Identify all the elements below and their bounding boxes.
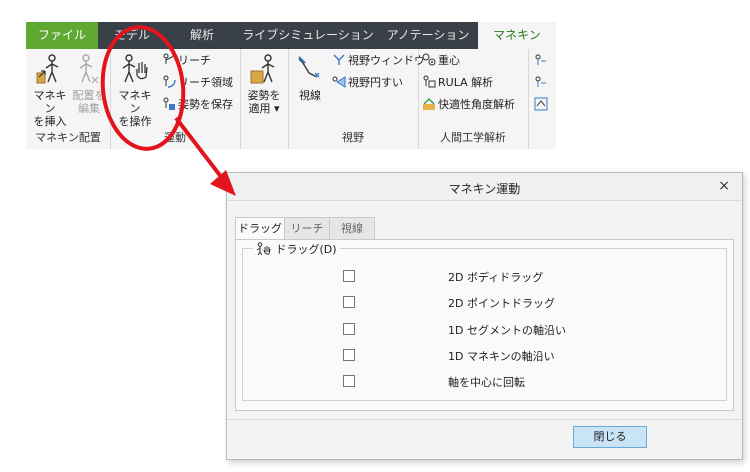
- group-label-ergonomics: 人間工学解析: [440, 131, 506, 144]
- apply-pose-icon: [250, 54, 275, 84]
- reach-area-button[interactable]: リーチ領域: [162, 75, 233, 90]
- option-row: 1D マネキンの軸沿い: [243, 346, 726, 366]
- insert-manikin-label-2: を挿入: [33, 115, 67, 128]
- option-row: 軸を中心に回転: [243, 372, 726, 392]
- close-icon[interactable]: ×: [718, 178, 730, 194]
- group-ergonomics: 重心 RULA 解析 快適性角度解析 人間工学解析: [418, 49, 529, 149]
- tab-sight-line[interactable]: 視線: [329, 217, 375, 239]
- group-apply-pose: 姿勢を 適用 ▾: [240, 49, 289, 149]
- drag-group-label: ドラッグ(D): [275, 243, 337, 256]
- drag-options-group: ドラッグ(D) 2D ボディドラッグ 2D ポイントドラッグ 1D セグメントの…: [242, 241, 727, 401]
- center-of-gravity-button[interactable]: 重心: [422, 53, 460, 68]
- tab-manikin[interactable]: マネキン: [478, 22, 556, 49]
- comfort-angle-label: 快適性角度解析: [438, 98, 515, 111]
- apply-pose-label-1: 姿勢を: [247, 89, 281, 102]
- group-label-view: 視野: [342, 131, 364, 144]
- group-label-motion: 運動: [164, 131, 186, 144]
- center-of-gravity-label: 重心: [438, 54, 460, 67]
- dialog-title: マネキン運動: [448, 182, 521, 196]
- rula-label: RULA 解析: [438, 76, 494, 89]
- center-of-gravity-icon: [422, 53, 436, 66]
- option-checkbox[interactable]: [343, 349, 355, 361]
- group-motion: マネキン を操作 リーチ リーチ領域 姿勢を保存 運動: [110, 49, 241, 149]
- edit-placement-label-2: 編集: [78, 102, 100, 115]
- option-checkbox[interactable]: [343, 375, 355, 387]
- comfort-angle-button[interactable]: 快適性角度解析: [422, 97, 515, 112]
- edit-placement-button[interactable]: 配置を 編集: [70, 53, 108, 115]
- clipped-tool-icon-1[interactable]: [534, 53, 548, 67]
- tab-file[interactable]: ファイル: [26, 22, 98, 49]
- option-row: 1D セグメントの軸沿い: [243, 320, 726, 340]
- reach-area-icon: [163, 75, 176, 88]
- option-label: 軸を中心に回転: [448, 376, 525, 389]
- view-cone-icon: [332, 76, 346, 88]
- save-pose-icon: [163, 97, 175, 110]
- ribbon-tab-bar: ファイル モデル 解析 ライブシミュレーション アノテーション マネキン: [26, 22, 556, 49]
- option-checkbox[interactable]: [343, 270, 355, 282]
- operate-manikin-label-2: を操作: [118, 115, 152, 128]
- tab-drag[interactable]: ドラッグ: [235, 217, 285, 240]
- tab-model[interactable]: モデル: [98, 22, 166, 49]
- operate-manikin-icon: [122, 54, 148, 83]
- reach-icon: [163, 53, 176, 64]
- save-pose-button[interactable]: 姿勢を保存: [162, 97, 233, 112]
- option-row: 2D ボディドラッグ: [243, 267, 726, 287]
- ribbon: ファイル モデル 解析 ライブシミュレーション アノテーション マネキン マネキ…: [26, 22, 556, 149]
- sight-line-button[interactable]: 視線: [292, 53, 328, 102]
- drag-group-legend: ドラッグ(D): [253, 241, 340, 257]
- option-row: 2D ポイントドラッグ: [243, 293, 726, 313]
- view-cone-label: 視野円すい: [348, 76, 403, 89]
- option-checkbox[interactable]: [343, 296, 355, 308]
- insert-manikin-label-1: マネキン: [33, 89, 67, 115]
- view-window-icon: [333, 54, 345, 65]
- option-checkbox[interactable]: [343, 323, 355, 335]
- group-label-placement: マネキン配置: [35, 131, 101, 144]
- group-clipped: [528, 49, 556, 149]
- manikin-motion-dialog: マネキン運動 × ドラッグ リーチ 視線 ドラッグ(D) 2D ボディドラッグ: [226, 172, 743, 460]
- rula-analysis-button[interactable]: RULA 解析: [422, 75, 493, 90]
- tab-annotation[interactable]: アノテーション: [378, 22, 478, 49]
- dialog-footer-divider: [227, 419, 742, 420]
- clipped-tool-icon-3[interactable]: [534, 97, 548, 111]
- tab-live-simulation[interactable]: ライブシミュレーション: [238, 22, 378, 49]
- apply-pose-button[interactable]: 姿勢を 適用 ▾: [244, 53, 284, 115]
- dialog-title-bar: マネキン運動 ×: [227, 173, 742, 201]
- rula-icon: [423, 75, 436, 88]
- apply-pose-label-2: 適用 ▾: [248, 102, 280, 115]
- view-cone-button[interactable]: 視野円すい: [332, 75, 403, 90]
- group-view: 視線 視野ウィンドウ 視野円すい 視野: [288, 49, 425, 149]
- tab-analysis[interactable]: 解析: [166, 22, 238, 49]
- sight-line-icon: [298, 56, 320, 78]
- ribbon-groups: マネキン を挿入 配置を 編集 マネキン配置 マネキン を操作 リーチ リーチ領…: [26, 49, 556, 149]
- group-manikin-placement: マネキン を挿入 配置を 編集 マネキン配置: [26, 49, 111, 149]
- reach-label: リーチ: [178, 54, 211, 67]
- tab-reach[interactable]: リーチ: [284, 217, 330, 239]
- option-label: 1D セグメントの軸沿い: [448, 324, 566, 337]
- insert-manikin-icon: [36, 54, 59, 84]
- operate-manikin-label-1: マネキン: [118, 89, 152, 115]
- close-dialog-button[interactable]: 閉じる: [573, 426, 647, 448]
- reach-button[interactable]: リーチ: [162, 53, 211, 68]
- clipped-tool-icon-2[interactable]: [534, 75, 548, 89]
- sight-line-label: 視線: [299, 89, 321, 102]
- edit-placement-icon: [79, 54, 99, 84]
- option-label: 2D ボディドラッグ: [448, 271, 544, 284]
- option-label: 1D マネキンの軸沿い: [448, 350, 555, 363]
- edit-placement-label-1: 配置を: [72, 89, 106, 102]
- operate-manikin-button[interactable]: マネキン を操作: [114, 53, 156, 128]
- drag-hand-icon: [256, 242, 271, 256]
- comfort-angle-icon: [423, 98, 435, 110]
- drag-tab-panel: ドラッグ(D) 2D ボディドラッグ 2D ポイントドラッグ 1D セグメントの…: [235, 239, 734, 411]
- save-pose-label: 姿勢を保存: [178, 98, 233, 111]
- insert-manikin-button[interactable]: マネキン を挿入: [30, 53, 70, 128]
- reach-area-label: リーチ領域: [178, 76, 233, 89]
- option-label: 2D ポイントドラッグ: [448, 297, 555, 310]
- view-window-button[interactable]: 視野ウィンドウ: [332, 53, 425, 68]
- view-window-label: 視野ウィンドウ: [348, 54, 425, 67]
